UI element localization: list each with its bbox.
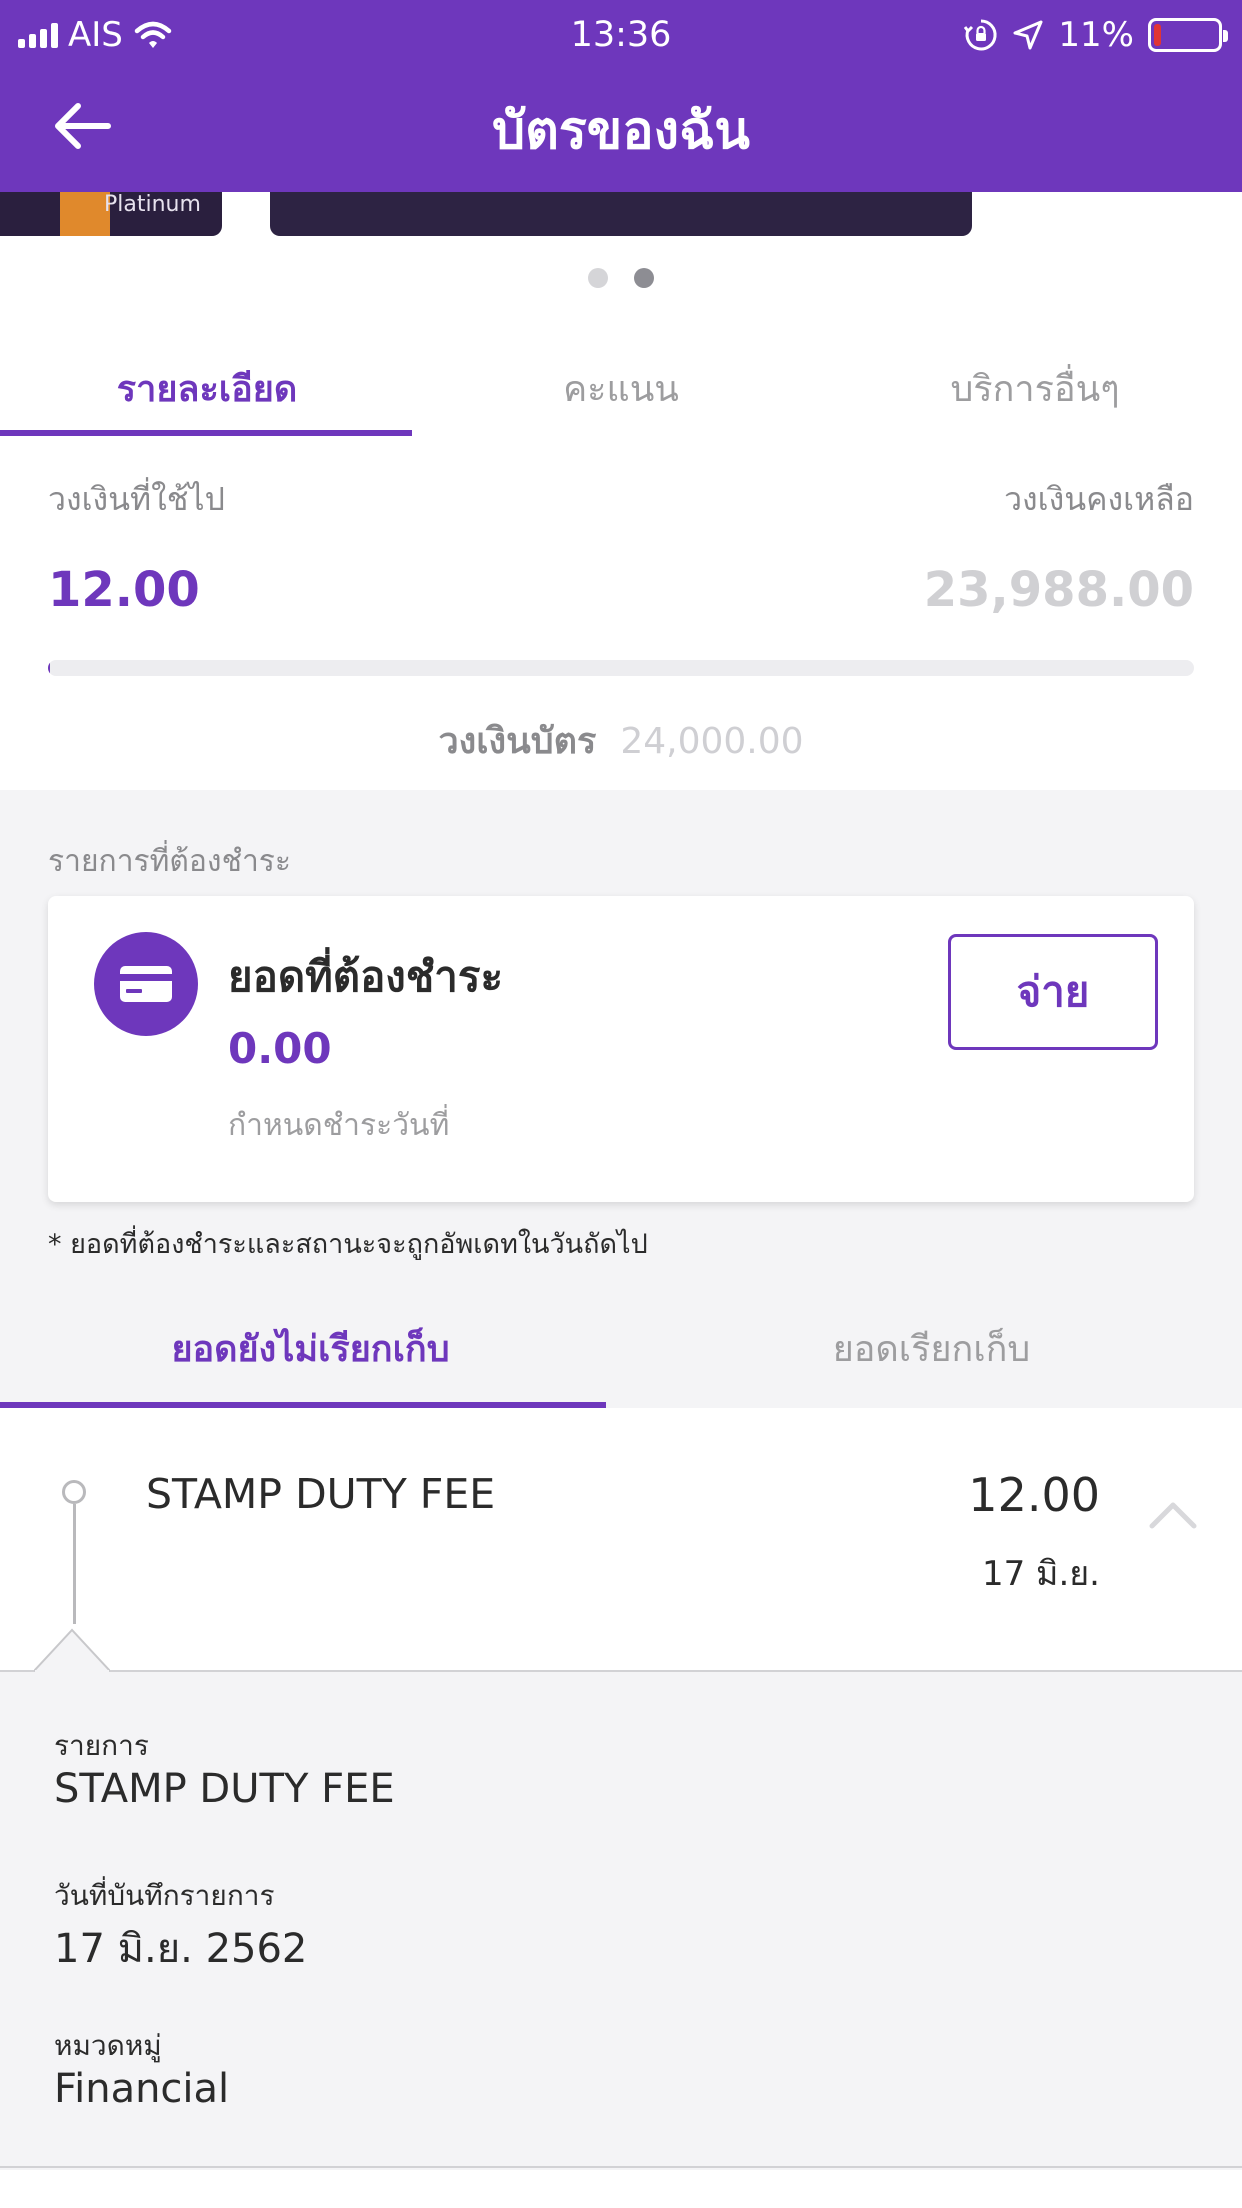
card-thumbnail-active[interactable] <box>270 192 972 236</box>
orientation-lock-icon <box>964 19 997 51</box>
used-credit-label: วงเงินที่ใช้ไป <box>48 480 225 518</box>
card-label: Platinum <box>104 192 201 217</box>
payment-footnote: * ยอดที่ต้องชำระและสถานะจะถูกอัพเดทในวัน… <box>48 1229 648 1260</box>
statement-tab-active-indicator <box>0 1402 606 1408</box>
tab-other-services[interactable]: บริการอื่นๆ <box>828 330 1242 436</box>
tab-billed[interactable]: ยอดเรียกเก็บ <box>621 1300 1242 1408</box>
tab-points[interactable]: คะแนน <box>414 330 828 436</box>
divider <box>0 2166 1242 2168</box>
credit-card-icon <box>94 932 198 1036</box>
card-tabs: รายละเอียด คะแนน บริการอื่นๆ <box>0 330 1242 436</box>
detail-value-category: Financial <box>54 2066 230 2112</box>
transaction-name[interactable]: STAMP DUTY FEE <box>146 1470 495 1518</box>
battery-percent: 11% <box>1058 15 1134 55</box>
payment-card: ยอดที่ต้องชำระ 0.00 กำหนดชำระวันที่ จ่าย <box>48 896 1194 1202</box>
tab-unbilled[interactable]: ยอดยังไม่เรียกเก็บ <box>0 1300 621 1408</box>
credit-usage-bar <box>48 660 1194 676</box>
battery-level <box>1154 24 1161 46</box>
carousel-dot-active[interactable] <box>634 268 654 288</box>
transaction-date: 17 มิ.ย. <box>981 1554 1100 1594</box>
status-bar-right: 11% <box>964 10 1228 60</box>
payment-due-title: ยอดที่ต้องชำระ <box>228 952 504 1001</box>
tab-active-indicator <box>0 430 412 436</box>
credit-usage-fill <box>48 660 51 676</box>
pay-button[interactable]: จ่าย <box>948 934 1158 1050</box>
statement-tabs: ยอดยังไม่เรียกเก็บ ยอดเรียกเก็บ <box>0 1300 1242 1408</box>
credit-limit-value: 24,000.00 <box>620 721 804 762</box>
chevron-up-icon[interactable] <box>1148 1498 1198 1532</box>
detail-value-item: STAMP DUTY FEE <box>54 1766 395 1812</box>
payment-section-label: รายการที่ต้องชำระ <box>48 844 292 879</box>
timeline-line <box>73 1504 76 1624</box>
credit-limit: วงเงินบัตร 24,000.00 <box>0 712 1242 769</box>
carousel-pagination <box>0 268 1242 288</box>
carousel-dot[interactable] <box>588 268 608 288</box>
payment-due-amount: 0.00 <box>228 1024 332 1073</box>
remaining-credit-value: 23,988.00 <box>923 562 1194 618</box>
detail-label-item: รายการ <box>54 1729 149 1762</box>
remaining-credit-label: วงเงินคงเหลือ <box>1004 480 1194 518</box>
battery-icon <box>1148 18 1228 52</box>
card-thumbnail-platinum[interactable]: Platinum <box>0 192 222 236</box>
tab-details[interactable]: รายละเอียด <box>0 330 414 436</box>
credit-limit-label: วงเงินบัตร <box>438 721 597 762</box>
location-icon <box>1013 20 1043 50</box>
detail-label-date: วันที่บันทึกรายการ <box>54 1879 275 1912</box>
detail-label-category: หมวดหมู่ <box>54 2029 162 2062</box>
detail-pointer <box>34 1628 110 1672</box>
detail-value-date: 17 มิ.ย. 2562 <box>54 1926 308 1972</box>
timeline-dot <box>62 1480 86 1504</box>
used-credit-value: 12.00 <box>48 562 200 618</box>
payment-due-date-label: กำหนดชำระวันที่ <box>228 1108 450 1143</box>
transaction-amount: 12.00 <box>968 1468 1100 1522</box>
page-title: บัตรของฉัน <box>492 101 750 161</box>
